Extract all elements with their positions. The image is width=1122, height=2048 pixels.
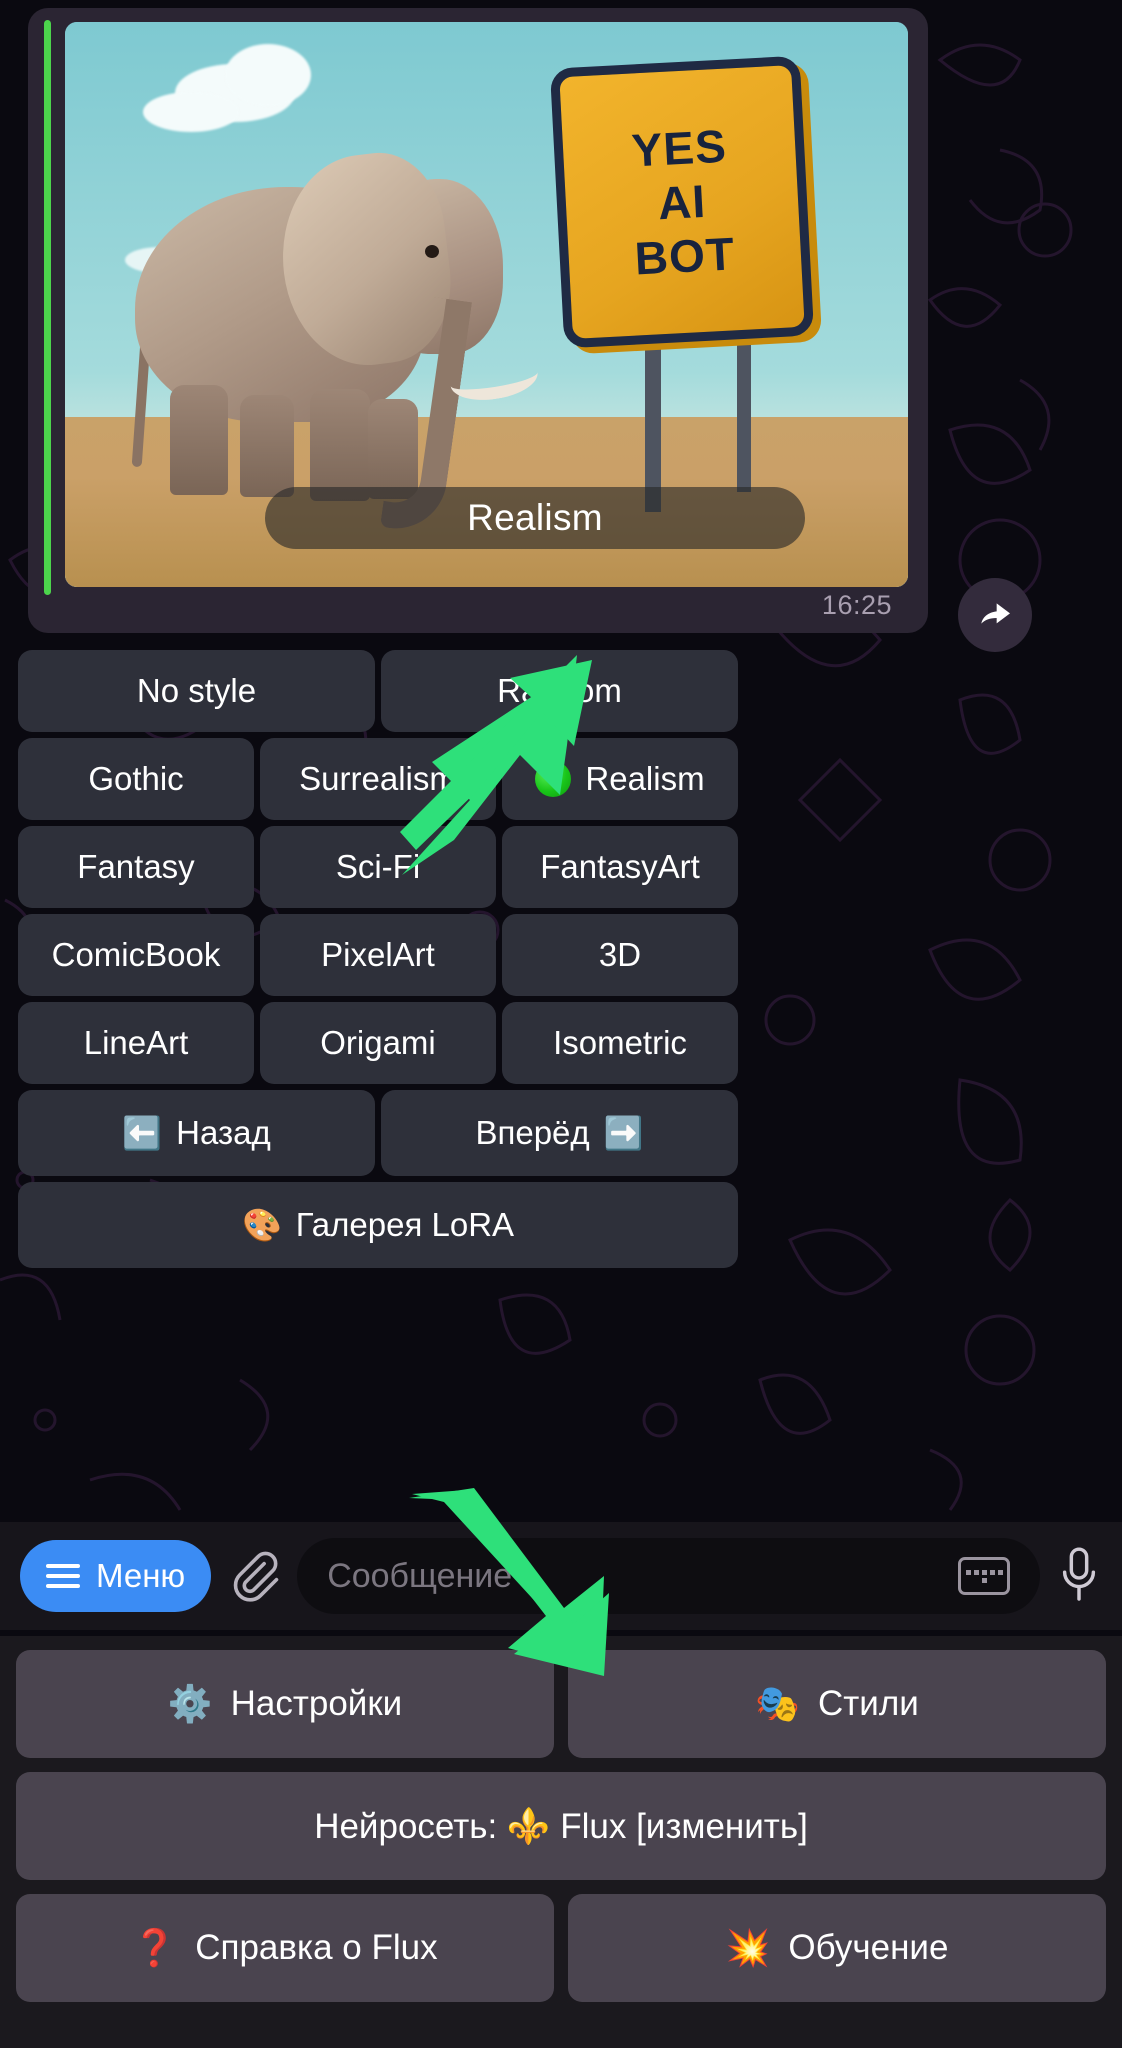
- message-input[interactable]: Сообщение: [297, 1538, 1040, 1614]
- keyboard-icon[interactable]: [958, 1557, 1010, 1595]
- cloud-icon: [143, 92, 239, 132]
- forward-message-button[interactable]: [958, 578, 1032, 652]
- button-label: Sci-Fi: [335, 848, 421, 885]
- button-label: Вперёд: [475, 1114, 590, 1151]
- arrow-right-icon: ➡️: [603, 1115, 644, 1151]
- panel-button-styles[interactable]: 🎭 Стили: [568, 1650, 1106, 1758]
- style-button-surrealism[interactable]: Surrealism: [260, 738, 496, 820]
- style-button-no-style[interactable]: No style: [18, 650, 375, 732]
- style-caption-text: Realism: [467, 497, 603, 538]
- elephant-leg: [240, 395, 294, 497]
- button-label: Назад: [176, 1114, 271, 1151]
- elephant-eye: [425, 245, 439, 258]
- panel-row: ❓ Справка о Flux 💥 Обучение: [16, 1894, 1106, 2002]
- microphone-icon[interactable]: [1056, 1545, 1102, 1607]
- cloud-icon: [225, 44, 311, 106]
- panel-button-label: Нейросеть: ⚜️ Flux [изменить]: [314, 1806, 808, 1846]
- paperclip-icon[interactable]: [227, 1549, 281, 1603]
- nav-button-back[interactable]: ⬅️ Назад: [18, 1090, 375, 1176]
- panel-row: Нейросеть: ⚜️ Flux [изменить]: [16, 1772, 1106, 1880]
- palette-icon: 🎨: [241, 1207, 282, 1243]
- elephant-illustration: [100, 127, 541, 536]
- message-input-placeholder: Сообщение: [327, 1556, 513, 1595]
- style-button-origami[interactable]: Origami: [260, 1002, 496, 1084]
- road-sign: YES AI BOT: [549, 55, 815, 349]
- button-label: Isometric: [553, 1024, 687, 1061]
- theater-masks-icon: 🎭: [755, 1683, 800, 1724]
- message-timestamp: 16:25: [821, 590, 892, 620]
- style-button-gothic[interactable]: Gothic: [18, 738, 254, 820]
- keyboard-row: ComicBook PixelArt 3D: [0, 914, 756, 996]
- style-button-sci-fi[interactable]: Sci-Fi: [260, 826, 496, 908]
- style-button-isometric[interactable]: Isometric: [502, 1002, 738, 1084]
- panel-button-label: Справка о Flux: [195, 1928, 438, 1967]
- sign-line-2: AI: [656, 174, 708, 230]
- panel-button-label: Стили: [817, 1684, 919, 1723]
- generated-image[interactable]: YES AI BOT Realism: [65, 22, 908, 587]
- panel-button-flux-help[interactable]: ❓ Справка о Flux: [16, 1894, 554, 2002]
- gear-icon: ⚙️: [167, 1683, 213, 1724]
- sign-line-3: BOT: [633, 227, 737, 285]
- keyboard-row: No style Random: [0, 650, 756, 732]
- arrow-left-icon: ⬅️: [122, 1115, 163, 1151]
- panel-button-training[interactable]: 💥 Обучение: [568, 1894, 1106, 2002]
- button-label: 3D: [598, 936, 642, 973]
- style-caption-overlay: Realism: [265, 487, 805, 549]
- button-label: Галерея LoRA: [295, 1206, 515, 1243]
- panel-button-label: Обучение: [788, 1928, 949, 1967]
- panel-button-neural-network[interactable]: Нейросеть: ⚜️ Flux [изменить]: [16, 1772, 1106, 1880]
- button-label: LineArt: [83, 1024, 189, 1061]
- button-label: ComicBook: [51, 936, 221, 973]
- menu-button-label: Меню: [96, 1557, 186, 1594]
- style-button-3d[interactable]: 3D: [502, 914, 738, 996]
- style-button-lineart[interactable]: LineArt: [18, 1002, 254, 1084]
- question-mark-icon: ❓: [132, 1927, 178, 1968]
- keyboard-row: LineArt Origami Isometric: [0, 1002, 756, 1084]
- selected-indicator-icon: [535, 761, 572, 797]
- style-button-fantasyart[interactable]: FantasyArt: [502, 826, 738, 908]
- keyboard-row: Gothic Surrealism Realism: [0, 738, 756, 820]
- button-label: Fantasy: [77, 848, 195, 885]
- telegram-chat-screen: YES AI BOT Realism 16:25 No style Random…: [0, 0, 1122, 2048]
- button-label: Random: [497, 672, 622, 709]
- keyboard-row: Fantasy Sci-Fi FantasyArt: [0, 826, 756, 908]
- bot-command-panel: ⚙️ Настройки 🎭 Стили Нейросеть: ⚜️ Flux …: [0, 1636, 1122, 2048]
- button-label: Surrealism: [299, 760, 457, 797]
- style-button-fantasy[interactable]: Fantasy: [18, 826, 254, 908]
- lora-gallery-button[interactable]: 🎨 Галерея LoRA: [18, 1182, 738, 1268]
- elephant-leg: [170, 385, 228, 495]
- panel-row: ⚙️ Настройки 🎭 Стили: [16, 1650, 1106, 1758]
- style-button-comicbook[interactable]: ComicBook: [18, 914, 254, 996]
- sign-post: [645, 322, 661, 512]
- button-label: Gothic: [88, 760, 184, 797]
- sign-post: [737, 322, 751, 492]
- button-label: Realism: [585, 760, 705, 797]
- inline-keyboard: No style Random Gothic Surrealism Realis…: [0, 650, 756, 1274]
- style-button-pixelart[interactable]: PixelArt: [260, 914, 496, 996]
- bot-menu-button[interactable]: Меню: [20, 1540, 212, 1612]
- keyboard-row: 🎨 Галерея LoRA: [0, 1182, 756, 1268]
- elephant-leg: [310, 389, 370, 501]
- photo-message-bubble[interactable]: YES AI BOT Realism 16:25: [28, 8, 928, 633]
- button-label: No style: [136, 672, 257, 709]
- button-label: FantasyArt: [540, 848, 700, 885]
- keyboard-row: ⬅️ Назад Вперёд ➡️: [0, 1090, 756, 1176]
- hamburger-icon: [46, 1564, 80, 1588]
- collision-icon: 💥: [725, 1927, 771, 1968]
- style-button-random[interactable]: Random: [381, 650, 738, 732]
- style-button-realism[interactable]: Realism: [502, 738, 738, 820]
- forward-arrow-icon: [981, 603, 1010, 624]
- button-label: Origami: [320, 1024, 436, 1061]
- sign-line-1: YES: [630, 119, 728, 177]
- panel-button-label: Настройки: [230, 1684, 403, 1723]
- message-accent-bar: [44, 20, 51, 595]
- nav-button-forward[interactable]: Вперёд ➡️: [381, 1090, 738, 1176]
- message-composer: Меню Сообщение: [0, 1522, 1122, 1630]
- button-label: PixelArt: [321, 936, 435, 973]
- panel-button-settings[interactable]: ⚙️ Настройки: [16, 1650, 554, 1758]
